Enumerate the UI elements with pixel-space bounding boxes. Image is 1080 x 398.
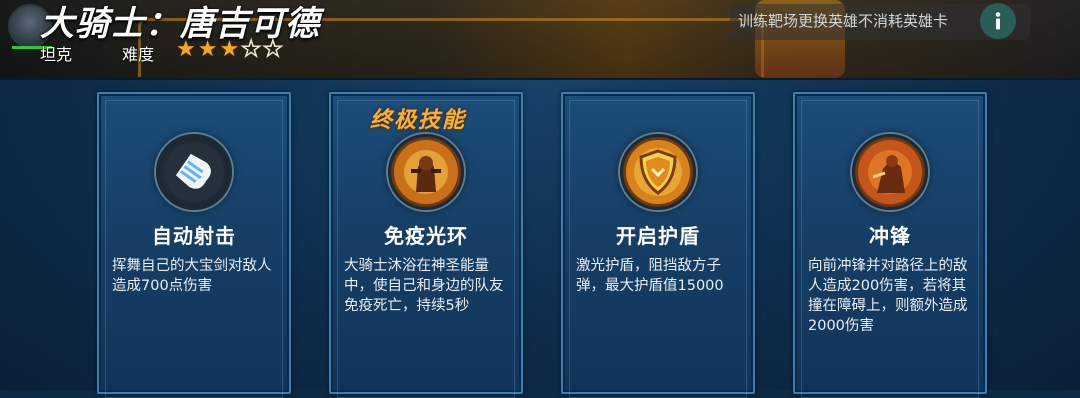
ultimate-skill-label: 终极技能 bbox=[370, 108, 467, 133]
star-filled-icon: ★ bbox=[176, 37, 196, 62]
shield-icon bbox=[620, 134, 696, 210]
skill-name: 免疫光环 bbox=[384, 224, 468, 248]
bullet-icon bbox=[156, 134, 232, 210]
holy-knight-icon bbox=[388, 134, 464, 210]
skill-card-1[interactable]: 自动射击 挥舞自己的大宝剑对敌人造成700点伤害 bbox=[97, 92, 291, 398]
skill-name: 自动射击 bbox=[152, 224, 236, 248]
difficulty-stars: ★ ★ ★ ★ ★ bbox=[176, 36, 283, 63]
skill-description: 挥舞自己的大宝剑对敌人造成700点伤害 bbox=[112, 258, 272, 294]
skill-name: 冲锋 bbox=[869, 224, 911, 248]
difficulty-label: 难度 bbox=[122, 45, 155, 64]
star-filled-icon: ★ bbox=[219, 37, 240, 62]
charge-icon bbox=[852, 134, 928, 210]
info-button[interactable] bbox=[980, 3, 1016, 39]
hero-class-label: 坦克 bbox=[40, 45, 73, 64]
skill-description: 向前冲锋并对路径上的敌人造成200伤害，若将其撞在障碍上，则额外造成2000伤害 bbox=[808, 258, 968, 334]
skill-description: 激光护盾，阻挡敌方子弹，最大护盾值15000 bbox=[576, 258, 724, 294]
notice-text: 训练靶场更换英雄不消耗英雄卡 bbox=[738, 12, 949, 30]
star-filled-icon: ★ bbox=[197, 37, 218, 62]
skill-name: 开启护盾 bbox=[616, 224, 700, 248]
skill-card-2[interactable]: 免疫光环 大骑士沐浴在神圣能量中，使自己和身边的队友免疫死亡，持续5秒 bbox=[329, 92, 523, 398]
star-outline-icon: ★ bbox=[262, 36, 283, 63]
skill-description: 大骑士沐浴在神圣能量中，使自己和身边的队友免疫死亡，持续5秒 bbox=[344, 258, 504, 314]
info-icon bbox=[995, 12, 1001, 30]
star-outline-icon: ★ bbox=[240, 36, 261, 63]
skill-card-3[interactable]: 开启护盾 激光护盾，阻挡敌方子弹，最大护盾值15000 bbox=[561, 92, 755, 398]
skill-card-4[interactable]: 冲锋 向前冲锋并对路径上的敌人造成200伤害，若将其撞在障碍上，则额外造成200… bbox=[793, 92, 987, 398]
